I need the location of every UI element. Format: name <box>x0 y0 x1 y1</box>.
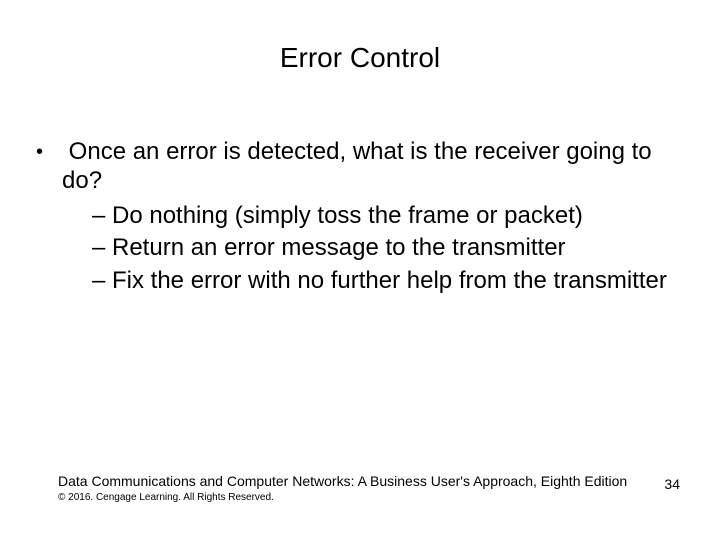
sub-bullet-text: Return an error message to the transmitt… <box>112 234 566 261</box>
sub-bullet-item: Fix the error with no further help from … <box>92 267 670 296</box>
bullet-text: Once an error is detected, what is the r… <box>62 138 652 194</box>
sub-bullet-text: Fix the error with no further help from … <box>112 267 667 294</box>
slide-content: Once an error is detected, what is the r… <box>36 138 670 302</box>
footer: Data Communications and Computer Network… <box>58 473 660 504</box>
bullet-item: Once an error is detected, what is the r… <box>36 138 670 296</box>
slide: Error Control Once an error is detected,… <box>0 0 720 540</box>
bullet-list-level1: Once an error is detected, what is the r… <box>36 138 670 296</box>
sub-bullet-text: Do nothing (simply toss the frame or pac… <box>112 202 583 229</box>
footer-book-title: Data Communications and Computer Network… <box>58 473 660 490</box>
sub-bullet-item: Do nothing (simply toss the frame or pac… <box>92 202 670 231</box>
sub-bullet-item: Return an error message to the transmitt… <box>92 234 670 263</box>
bullet-list-level2: Do nothing (simply toss the frame or pac… <box>62 202 670 296</box>
slide-title: Error Control <box>0 42 720 74</box>
page-number: 34 <box>664 476 680 492</box>
footer-copyright: © 2016. Cengage Learning. All Rights Res… <box>58 492 660 504</box>
